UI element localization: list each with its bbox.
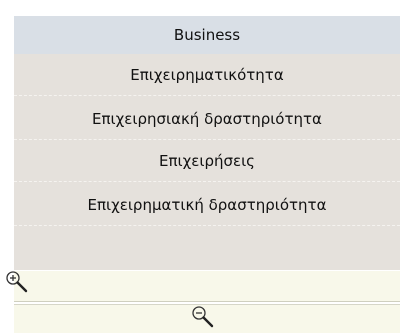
list-item-label: Επιχειρηματικότητα [130, 65, 284, 84]
list-item[interactable]: Επιχειρήσεις [14, 140, 400, 182]
term-list-panel: Business Επιχειρηματικότητα Επιχειρησιακ… [6, 16, 400, 333]
list-item-label: Επιχειρήσεις [159, 151, 255, 170]
term-list: Επιχειρηματικότητα Επιχειρησιακή δραστηρ… [14, 54, 400, 270]
zoom-out-bar [14, 304, 400, 333]
list-item-label: Επιχειρηματική δραστηριότητα [87, 195, 327, 214]
list-item-label: Επιχειρησιακή δραστηριότητα [92, 109, 322, 128]
list-header-title: Business [173, 26, 241, 44]
zoom-in-icon[interactable] [4, 269, 30, 295]
zoom-in-bar [6, 271, 400, 302]
zoom-out-icon[interactable] [190, 304, 216, 330]
list-item[interactable]: Επιχειρηματική δραστηριότητα [14, 184, 400, 226]
list-header: Business [14, 16, 400, 54]
list-item[interactable]: Επιχειρησιακή δραστηριότητα [14, 98, 400, 140]
list-item[interactable]: Επιχειρηματικότητα [14, 54, 400, 96]
